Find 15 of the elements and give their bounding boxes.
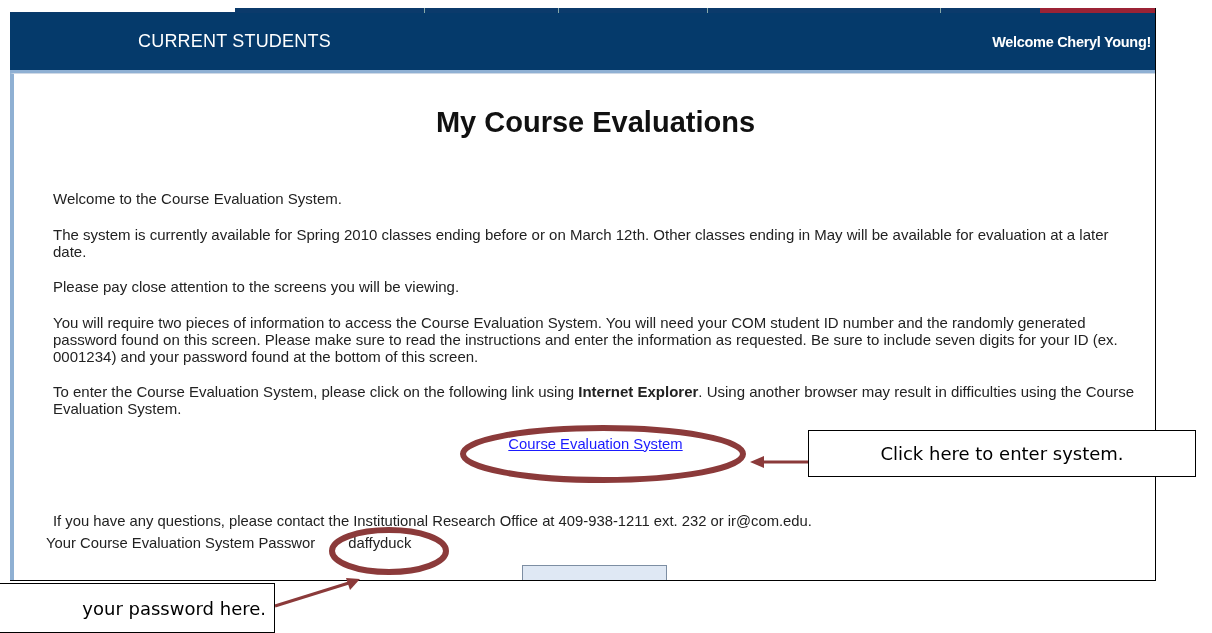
welcome-text: Welcome Cheryl Young! (992, 33, 1151, 50)
callout-text: your password here. (82, 597, 266, 619)
paragraph: Welcome to the Course Evaluation System. (53, 190, 344, 207)
paragraph: You will require two pieces of information to access the Course Evaluation System. You will need your COM student ID number and the randomly generated password found on this screen. Please make sure to read the instructions and enter the information as requested. Be sure to include seven digits for your ID (ex. 0001234) and your password found at the bottom of this screen. (53, 313, 1119, 365)
callout-arrow (750, 456, 808, 468)
callout-text: Click here to enter system. (880, 443, 1124, 464)
contact-text: If you have any questions, please contact the Institutional Research Office at 409-938-1211 ext. 232 or ir@com.edu. (53, 512, 813, 530)
course-evaluation-link[interactable]: Course Evaluation System (508, 435, 683, 452)
paragraph: The system is currently available for Spring 2010 classes ending before or on March 12th. Other classes ending in May will be available for evaluation at a later date. (53, 225, 1110, 260)
password-label: Your Course Evaluation System Passwor (46, 534, 316, 551)
password-value: daffyduck (348, 534, 412, 551)
paragraph: Please pay close attention to the screens you will be viewing. (53, 278, 461, 295)
paragraph: To enter the Course Evaluation System, please click on the following link using Internet Explorer. Using another browser may result in difficulties using the Course Evaluation System. (53, 383, 1136, 417)
page-title: My Course Evaluations (434, 105, 757, 139)
section-title: CURRENT STUDENTS (138, 31, 331, 52)
